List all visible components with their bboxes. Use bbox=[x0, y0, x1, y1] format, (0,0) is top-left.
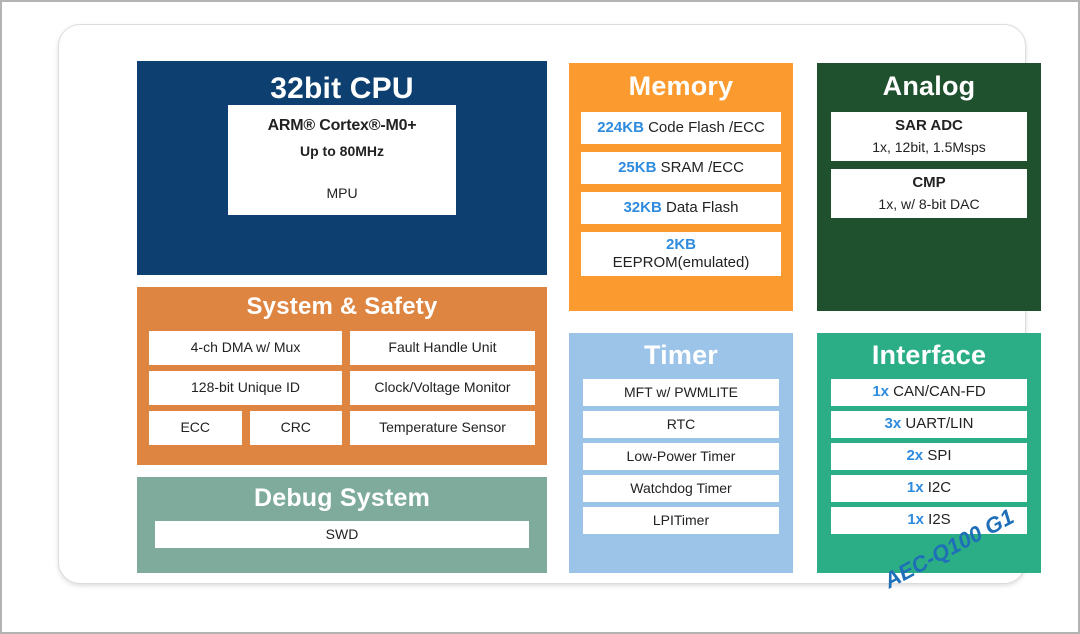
system-safety-grid: 4-ch DMA w/ Mux 128-bit Unique ID ECC CR… bbox=[149, 331, 535, 451]
interface-item-count: 1x bbox=[872, 383, 889, 401]
cpu-core-frequency: Up to 80MHz bbox=[300, 143, 384, 160]
interface-item: 3x UART/LIN bbox=[831, 411, 1027, 439]
timer-item: Low-Power Timer bbox=[583, 443, 779, 471]
mcu-block-diagram-card: 32bit CPU ARM® Cortex®-M0+ Up to 80MHz M… bbox=[58, 24, 1041, 584]
system-safety-right-column: Fault Handle Unit Clock/Voltage Monitor … bbox=[350, 331, 535, 451]
block-debug-system: Debug System SWD bbox=[137, 477, 547, 573]
memory-item-size: 25KB bbox=[618, 158, 657, 176]
block-cpu: 32bit CPU ARM® Cortex®-M0+ Up to 80MHz M… bbox=[137, 61, 547, 275]
block-timer-title: Timer bbox=[643, 340, 719, 370]
timer-item: Watchdog Timer bbox=[583, 475, 779, 503]
block-interface-title: Interface bbox=[871, 340, 987, 370]
analog-item-name: CMP bbox=[912, 174, 946, 192]
memory-item-size: 32KB bbox=[623, 198, 662, 216]
system-safety-item: 128-bit Unique ID bbox=[149, 371, 342, 405]
system-safety-item: Clock/Voltage Monitor bbox=[350, 371, 535, 405]
system-safety-item: Temperature Sensor bbox=[350, 411, 535, 445]
system-safety-split-row: ECC CRC bbox=[149, 411, 342, 451]
timer-item: MFT w/ PWMLITE bbox=[583, 379, 779, 407]
cpu-core-cell: ARM® Cortex®-M0+ Up to 80MHz bbox=[228, 104, 456, 173]
analog-item: SAR ADC 1x, 12bit, 1.5Msps bbox=[831, 112, 1027, 162]
block-system-safety-title: System & Safety bbox=[246, 293, 438, 320]
memory-item-size: 224KB bbox=[597, 118, 644, 136]
memory-item-size: 2KB bbox=[665, 235, 696, 253]
memory-item: 32KB Data Flash bbox=[581, 192, 781, 225]
interface-item: 1x I2C bbox=[831, 475, 1027, 503]
diagram-frame: 32bit CPU ARM® Cortex®-M0+ Up to 80MHz M… bbox=[0, 0, 1080, 634]
block-analog-title: Analog bbox=[882, 71, 976, 101]
interface-item-label: I2S bbox=[924, 511, 951, 529]
system-safety-item: Fault Handle Unit bbox=[350, 331, 535, 365]
memory-item-label: SRAM /ECC bbox=[656, 158, 744, 176]
analog-item-name: SAR ADC bbox=[895, 117, 963, 135]
block-interface: Interface 1x CAN/CAN-FD 3x UART/LIN 2x S… bbox=[817, 333, 1041, 573]
block-timer: Timer MFT w/ PWMLITE RTC Low-Power Timer… bbox=[569, 333, 793, 573]
block-memory: Memory 224KB Code Flash /ECC 25KB SRAM /… bbox=[569, 63, 793, 311]
analog-item-spec: 1x, w/ 8-bit DAC bbox=[878, 195, 980, 212]
system-safety-item: ECC bbox=[149, 411, 242, 445]
block-memory-title: Memory bbox=[628, 71, 734, 101]
analog-item: CMP 1x, w/ 8-bit DAC bbox=[831, 169, 1027, 219]
analog-item-spec: 1x, 12bit, 1.5Msps bbox=[872, 138, 986, 155]
block-system-safety: System & Safety 4-ch DMA w/ Mux 128-bit … bbox=[137, 287, 547, 465]
memory-item: 25KB SRAM /ECC bbox=[581, 152, 781, 185]
system-safety-left-column: 4-ch DMA w/ Mux 128-bit Unique ID ECC CR… bbox=[149, 331, 342, 451]
timer-item: LPITimer bbox=[583, 507, 779, 535]
system-safety-item: CRC bbox=[249, 411, 342, 445]
system-safety-item: 4-ch DMA w/ Mux bbox=[149, 331, 342, 365]
memory-item-label: Data Flash bbox=[661, 198, 739, 216]
interface-item-label: SPI bbox=[923, 447, 952, 465]
interface-item: 1x CAN/CAN-FD bbox=[831, 379, 1027, 407]
interface-item-count: 1x bbox=[906, 479, 924, 497]
cpu-mpu-cell: MPU bbox=[228, 172, 456, 215]
memory-item: 224KB Code Flash /ECC bbox=[581, 112, 781, 145]
cpu-core-name: ARM® Cortex®-M0+ bbox=[267, 117, 417, 135]
interface-item-count: 2x bbox=[906, 447, 924, 465]
timer-item: RTC bbox=[583, 411, 779, 439]
interface-item: 2x SPI bbox=[831, 443, 1027, 471]
interface-item-count: 3x bbox=[884, 415, 902, 433]
interface-item-label: CAN/CAN-FD bbox=[889, 383, 986, 401]
interface-item-label: I2C bbox=[923, 479, 952, 497]
block-debug-system-title: Debug System bbox=[253, 484, 431, 512]
memory-item-label: EEPROM(emulated) bbox=[612, 254, 750, 272]
analog-items: SAR ADC 1x, 12bit, 1.5Msps CMP 1x, w/ 8-… bbox=[831, 112, 1027, 219]
debug-item: SWD bbox=[155, 521, 529, 549]
memory-item: 2KB EEPROM(emulated) bbox=[581, 232, 781, 277]
block-analog: Analog SAR ADC 1x, 12bit, 1.5Msps CMP 1x… bbox=[817, 63, 1041, 311]
interface-item-count: 1x bbox=[907, 511, 924, 529]
block-cpu-title: 32bit CPU bbox=[270, 72, 414, 105]
memory-items: 224KB Code Flash /ECC 25KB SRAM /ECC 32K… bbox=[581, 112, 781, 277]
timer-items: MFT w/ PWMLITE RTC Low-Power Timer Watch… bbox=[583, 379, 779, 535]
interface-item-label: UART/LIN bbox=[901, 415, 974, 433]
memory-item-label: Code Flash /ECC bbox=[643, 118, 765, 136]
